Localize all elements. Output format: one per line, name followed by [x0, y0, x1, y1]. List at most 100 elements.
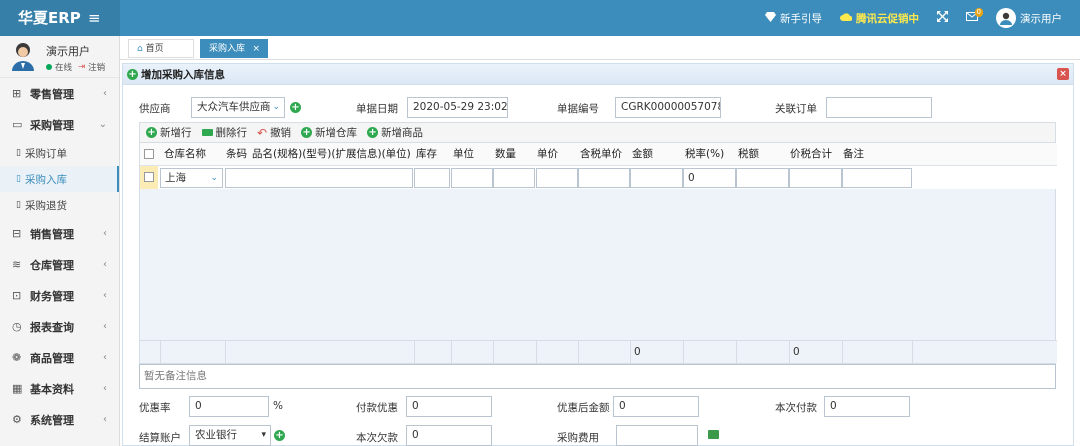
supplier-select[interactable]: 大众汽车供应商 ⌄ — [191, 97, 285, 118]
add-product-button[interactable]: + 新增商品 — [367, 125, 423, 140]
sidebar-item-label: 报表查询 — [30, 320, 74, 334]
add-circle-icon: + — [301, 127, 313, 138]
divider — [683, 341, 684, 364]
monitor-icon: ▭ — [12, 118, 23, 131]
sidebar-subitem-label: 采购退货 — [24, 199, 67, 212]
column-header[interactable]: 单位 — [453, 143, 474, 166]
amount-input[interactable] — [630, 168, 683, 188]
divider — [789, 341, 790, 364]
sidebar-item-label: 销售管理 — [30, 227, 74, 241]
price-input[interactable] — [536, 168, 578, 188]
sidebar-toggle-button[interactable]: ≡ — [88, 0, 101, 36]
doc-icon: ▯ — [16, 148, 21, 158]
online-label: 在线 — [55, 63, 73, 73]
sidebar-subitem-purchase-order[interactable]: ▯ 采购订单 — [0, 140, 119, 166]
purchase-in-form-panel: + 增加采购入库信息 × 供应商 大众汽车供应商 ⌄ + 单据日期 2020-0… — [122, 63, 1074, 446]
table-row[interactable]: 上海 ⌄ 0 — [140, 166, 1057, 189]
sidebar-item-products[interactable]: ❁ 商品管理 ‹ — [0, 342, 119, 373]
sidebar-subitem-purchase-in[interactable]: ▯ 采购入库 — [0, 166, 119, 192]
sidebar-item-reports[interactable]: ◷ 报表查询 ‹ — [0, 311, 119, 342]
sidebar-item-system[interactable]: ⚙ 系统管理 ‹ — [0, 404, 119, 435]
column-header[interactable]: 税率(%) — [685, 143, 724, 166]
user-menu[interactable]: 演示用户 — [996, 8, 1062, 28]
divider — [536, 341, 537, 364]
divider — [578, 341, 579, 364]
after-discount-input[interactable]: 0 — [613, 396, 699, 417]
product-input[interactable] — [225, 168, 413, 188]
tax-amount-input[interactable] — [736, 168, 789, 188]
top-navbar: 华夏ERP ≡ 新手引导 腾讯云促销中 0 演示用户 — [0, 0, 1080, 36]
debt-input[interactable]: 0 — [406, 425, 492, 446]
brand-logo[interactable]: 华夏ERP — [0, 0, 120, 36]
chevron-left-icon: ‹ — [103, 352, 107, 363]
warehouse-select[interactable]: 上海 ⌄ — [160, 168, 223, 188]
sidebar-subitem-purchase-return[interactable]: ▯ 采购退货 — [0, 192, 119, 218]
row-selector[interactable] — [140, 166, 158, 189]
add-row-button[interactable]: + 新增行 — [146, 125, 192, 140]
date-input[interactable]: 2020-05-29 23:02:30 — [407, 97, 508, 118]
remark-cell-input[interactable] — [842, 168, 912, 188]
online-dot-icon — [46, 64, 52, 70]
column-header[interactable]: 单价 — [537, 143, 558, 166]
column-header[interactable]: 税额 — [738, 143, 759, 166]
guide-link[interactable]: 新手引导 — [765, 11, 822, 26]
sidebar-item-purchase[interactable]: ▭ 采购管理 ⌄ — [0, 109, 119, 140]
discount-rate-input[interactable]: 0 — [189, 396, 269, 417]
add-supplier-button[interactable]: + — [290, 102, 301, 113]
remark-textarea[interactable]: 暂无备注信息 — [139, 364, 1056, 389]
account-select[interactable]: 农业银行 ▾ — [189, 425, 271, 446]
sidebar-item-finance[interactable]: ⊡ 财务管理 ‹ — [0, 280, 119, 311]
column-header[interactable]: 仓库名称 — [164, 143, 206, 166]
sidebar-item-sales[interactable]: ⊟ 销售管理 ‹ — [0, 218, 119, 249]
tax-price-input[interactable] — [578, 168, 630, 188]
tax-rate-input[interactable]: 0 — [683, 168, 736, 188]
sidebar: 演示用户 在线 ⇥ 注销 ⊞ 零售管理 ‹ ▭ 采购管理 ⌄ ▯ 采购订单 ▯ … — [0, 36, 120, 446]
column-header[interactable]: 条码 — [226, 143, 247, 166]
divider — [736, 341, 737, 364]
purchase-fee-input[interactable] — [616, 425, 698, 446]
add-warehouse-button[interactable]: + 新增仓库 — [301, 125, 357, 140]
total-input[interactable] — [789, 168, 842, 188]
promo-link[interactable]: 腾讯云促销中 — [840, 11, 919, 26]
add-account-button[interactable]: + — [274, 430, 285, 441]
tab-purchase-in[interactable]: 采购入库 × — [200, 39, 268, 58]
delete-row-button[interactable]: 删除行 — [201, 125, 247, 140]
related-order-input[interactable] — [826, 97, 932, 118]
percent-label: % — [273, 400, 283, 412]
undo-button[interactable]: ↶ 撤销 — [257, 125, 291, 140]
column-header[interactable]: 金额 — [632, 143, 653, 166]
column-header[interactable]: 数量 — [495, 143, 516, 166]
column-header[interactable]: 库存 — [416, 143, 437, 166]
divider — [225, 341, 226, 364]
number-input[interactable]: CGRK00000057078 — [615, 97, 721, 118]
tab-home[interactable]: ⌂ 首页 — [128, 39, 194, 58]
column-header[interactable]: 备注 — [843, 143, 864, 166]
chevron-down-icon: ⌄ — [210, 173, 218, 183]
tab-label: 采购入库 — [209, 44, 246, 54]
after-discount-label: 优惠后金额 — [557, 402, 610, 414]
panel-header: + 增加采购入库信息 × — [123, 64, 1073, 85]
logout-icon[interactable]: ⇥ — [78, 62, 85, 72]
close-icon[interactable]: × — [1057, 68, 1069, 80]
select-all-checkbox[interactable] — [144, 149, 154, 159]
logout-link[interactable]: 注销 — [88, 61, 105, 73]
sidebar-item-basic-data[interactable]: ▦ 基本资料 ‹ — [0, 373, 119, 404]
folder-icon[interactable] — [708, 430, 719, 439]
mail-button[interactable]: 0 — [966, 8, 983, 24]
column-header[interactable]: 价税合计 — [790, 143, 832, 166]
sidebar-item-warehouse[interactable]: ≋ 仓库管理 ‹ — [0, 249, 119, 280]
pay-discount-input[interactable]: 0 — [406, 396, 492, 417]
sidebar-item-retail[interactable]: ⊞ 零售管理 ‹ — [0, 78, 119, 109]
column-header[interactable]: 品名(规格)(型号)(扩展信息)(单位) — [252, 143, 411, 166]
quantity-input[interactable] — [493, 168, 535, 188]
sidebar-item-label: 零售管理 — [30, 87, 74, 101]
close-icon[interactable]: × — [252, 40, 260, 59]
chevron-left-icon: ‹ — [103, 321, 107, 332]
this-payment-input[interactable]: 0 — [824, 396, 910, 417]
related-order-label: 关联订单 — [775, 103, 817, 115]
unit-cell[interactable] — [451, 168, 493, 188]
fullscreen-button[interactable] — [937, 11, 948, 25]
date-label: 单据日期 — [356, 103, 398, 115]
column-header[interactable]: 含税单价 — [580, 143, 622, 166]
row-checkbox[interactable] — [144, 172, 154, 182]
